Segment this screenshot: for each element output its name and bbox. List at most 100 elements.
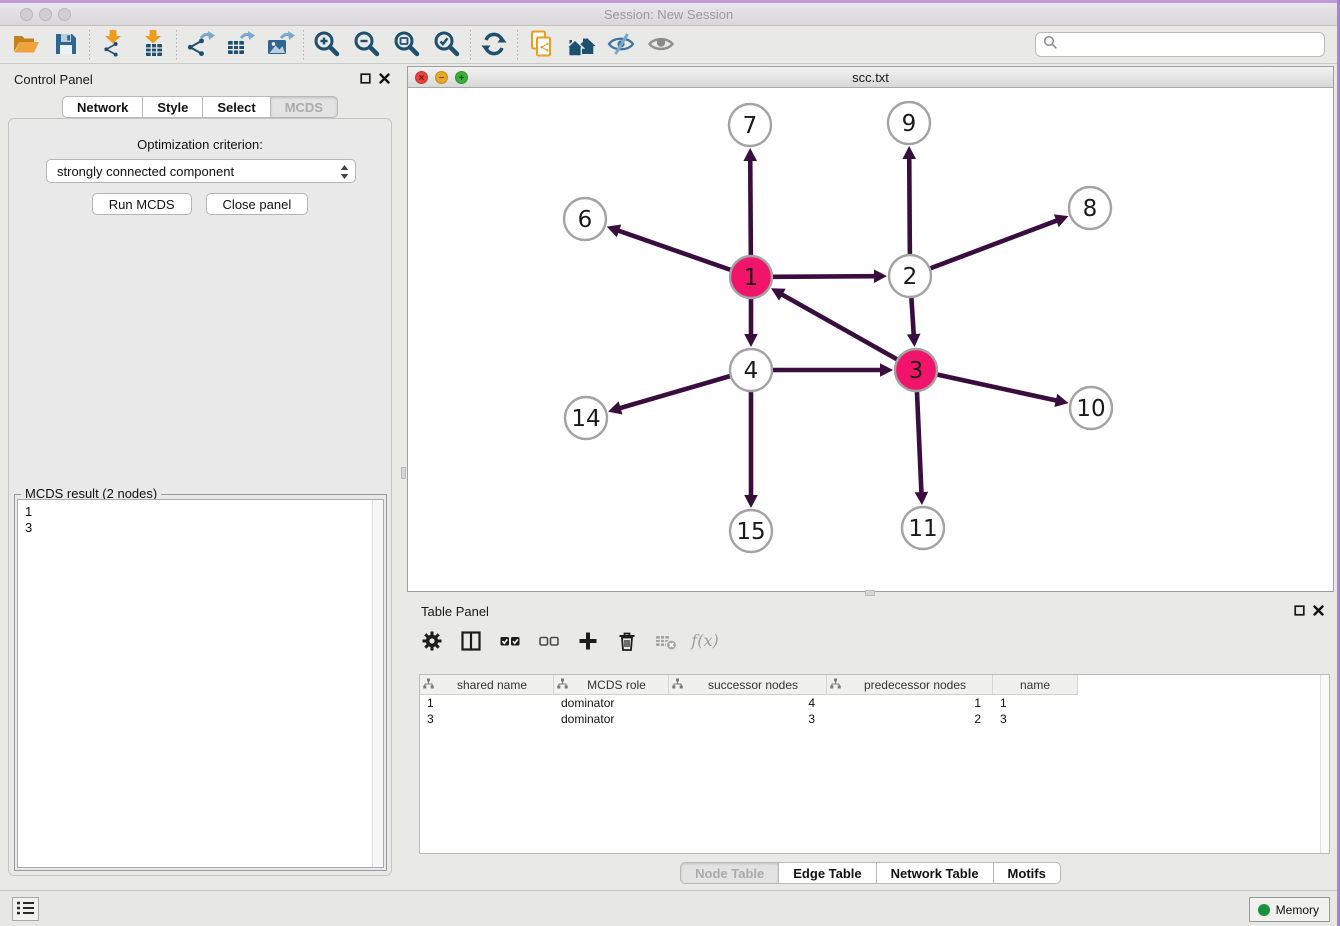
zoom-fit-button[interactable]	[387, 29, 427, 61]
close-panel-button[interactable]: Close panel	[206, 193, 309, 215]
export-network-button[interactable]	[180, 29, 220, 61]
memory-status-icon	[1258, 904, 1270, 916]
optimization-criterion-dropdown[interactable]: strongly connected component	[46, 159, 356, 183]
task-history-button[interactable]	[12, 897, 39, 921]
table-scrollbar[interactable]	[1320, 675, 1329, 853]
network-graph[interactable]: 7 9 6 8 1 2 4 3 14 10 15 11	[408, 88, 1333, 591]
graph-node-3[interactable]: 3	[895, 349, 937, 391]
delete-row-button[interactable]	[612, 627, 642, 657]
column-header-predecessor-nodes[interactable]: predecessor nodes	[827, 675, 993, 695]
close-panel-icon[interactable]	[379, 73, 390, 84]
edge-2-8[interactable]	[931, 220, 1060, 269]
table-cell[interactable]: 4	[669, 695, 827, 711]
graph-node-1[interactable]: 1	[730, 256, 772, 298]
vertical-splitter[interactable]	[400, 64, 407, 890]
column-label: successor nodes	[683, 678, 823, 692]
edge-4-14[interactable]	[618, 376, 730, 409]
tree-icon	[557, 678, 568, 692]
eye-button[interactable]	[641, 29, 681, 61]
tab-mcds[interactable]: MCDS	[271, 96, 338, 118]
tab-network[interactable]: Network	[62, 96, 143, 118]
graph-node-9[interactable]: 9	[888, 102, 930, 144]
graph-node-10[interactable]: 10	[1070, 387, 1112, 429]
table-row[interactable]: 3dominator323	[420, 711, 1329, 727]
search-input[interactable]	[1063, 35, 1324, 55]
toolbar-separator	[470, 30, 471, 60]
edge-arrow-1-7	[743, 148, 757, 161]
column-header-MCDS-role[interactable]: MCDS role	[554, 675, 669, 695]
table-tab-node-table[interactable]: Node Table	[680, 862, 779, 884]
memory-button[interactable]: Memory	[1249, 897, 1330, 922]
graph-node-2[interactable]: 2	[889, 255, 931, 297]
tab-style[interactable]: Style	[143, 96, 203, 118]
zoom-in-button[interactable]	[307, 29, 347, 61]
svg-text:2: 2	[903, 264, 918, 290]
search-box[interactable]	[1035, 32, 1325, 57]
control-panel-tabs: NetworkStyleSelectMCDS	[0, 96, 400, 118]
vertical-splitter-grip[interactable]	[401, 467, 406, 479]
graph-node-14[interactable]: 14	[565, 397, 607, 439]
network-window-titlebar[interactable]: × − + scc.txt	[408, 67, 1333, 88]
float-table-panel-icon[interactable]	[1294, 605, 1305, 616]
home-button[interactable]	[561, 29, 601, 61]
edge-arrow-4-15	[744, 495, 758, 508]
open-folder-button[interactable]	[6, 29, 46, 61]
column-layout-button[interactable]	[456, 627, 486, 657]
list-icon	[17, 901, 35, 918]
graph-node-4[interactable]: 4	[730, 349, 772, 391]
graph-node-8[interactable]: 8	[1069, 187, 1111, 229]
table-cell[interactable]: 3	[420, 711, 554, 727]
edge-2-9[interactable]	[909, 156, 910, 254]
refresh-button[interactable]	[474, 29, 514, 61]
graph-node-11[interactable]: 11	[902, 507, 944, 549]
zoom-out-button[interactable]	[347, 29, 387, 61]
edge-2-3[interactable]	[911, 298, 913, 337]
export-table-button[interactable]	[220, 29, 260, 61]
deselect-all-button[interactable]	[534, 627, 564, 657]
table-cell[interactable]: 1	[993, 695, 1078, 711]
graph-node-7[interactable]: 7	[729, 104, 771, 146]
network-window: × − + scc.txt 7 9 6 8 1 2 4 3 14 10 15 11	[407, 66, 1334, 592]
import-network-button[interactable]	[93, 29, 133, 61]
copy-network-button[interactable]	[521, 29, 561, 61]
tab-select[interactable]: Select	[203, 96, 270, 118]
eye-slash-button[interactable]	[601, 29, 641, 61]
column-header-shared-name[interactable]: shared name	[420, 675, 554, 695]
run-mcds-button[interactable]: Run MCDS	[92, 193, 192, 215]
network-canvas[interactable]: 7 9 6 8 1 2 4 3 14 10 15 11	[408, 88, 1333, 591]
tree-icon	[423, 678, 434, 692]
zoom-selected-button[interactable]	[427, 29, 467, 61]
table-cell[interactable]: 1	[420, 695, 554, 711]
graph-node-6[interactable]: 6	[564, 198, 606, 240]
deselect-all-icon	[536, 628, 562, 657]
close-table-panel-icon[interactable]	[1313, 605, 1324, 616]
table-cell[interactable]: 1	[827, 695, 993, 711]
settings-button[interactable]	[417, 627, 447, 657]
edge-3-10[interactable]	[937, 375, 1058, 401]
import-table-button[interactable]	[133, 29, 173, 61]
graph-node-15[interactable]: 15	[730, 510, 772, 552]
edge-3-1[interactable]	[780, 293, 897, 359]
float-panel-icon[interactable]	[360, 73, 371, 84]
table-row[interactable]: 1dominator411	[420, 695, 1329, 711]
table-tab-motifs[interactable]: Motifs	[994, 862, 1061, 884]
add-row-button[interactable]	[573, 627, 603, 657]
table-tab-network-table[interactable]: Network Table	[877, 862, 994, 884]
column-header-successor-nodes[interactable]: successor nodes	[669, 675, 827, 695]
table-tab-edge-table[interactable]: Edge Table	[779, 862, 876, 884]
table-cell[interactable]: dominator	[554, 695, 669, 711]
column-header-name[interactable]: name	[993, 675, 1078, 695]
table-cell[interactable]: dominator	[554, 711, 669, 727]
edge-1-2[interactable]	[773, 276, 877, 277]
table-cell[interactable]: 3	[669, 711, 827, 727]
select-all-button[interactable]	[495, 627, 525, 657]
save-button[interactable]	[46, 29, 86, 61]
table-cell[interactable]: 2	[827, 711, 993, 727]
table-cell[interactable]: 3	[993, 711, 1078, 727]
mcds-result-scrollbar[interactable]	[372, 500, 383, 867]
export-image-button[interactable]	[260, 29, 300, 61]
edge-1-7[interactable]	[750, 158, 751, 255]
export-image-icon	[265, 29, 295, 62]
edge-3-11[interactable]	[917, 392, 922, 495]
edge-1-6[interactable]	[616, 230, 730, 270]
